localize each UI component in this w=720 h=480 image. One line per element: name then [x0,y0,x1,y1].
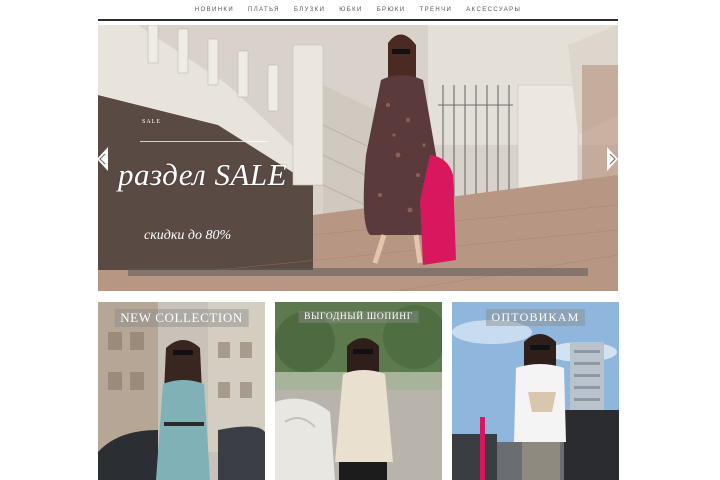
chevron-right-icon [607,147,618,171]
card-label-shopping: ВЫГОДНЫЙ ШОПИНГ [298,311,419,323]
top-navigation: НОВИНКИ ПЛАТЬЯ БЛУЗКИ ЮБКИ БРЮКИ ТРЕНЧИ … [98,0,618,20]
card-photo-wholesale [452,302,619,480]
card-label-wholesale: ОПТОВИКАМ [485,309,586,326]
nav-item-bryuki[interactable]: БРЮКИ [370,7,413,13]
hero-small-label: SALE [142,119,161,125]
hero-subtitle: скидки до 80% [144,228,232,243]
category-card-shopping[interactable]: ВЫГОДНЫЙ ШОПИНГ [275,302,442,480]
card-photo-new-collection [98,302,265,480]
nav-item-yubki[interactable]: ЮБКИ [332,7,369,13]
hero-title: раздел SALE [118,157,288,192]
nav-item-novinki[interactable]: НОВИНКИ [188,7,241,13]
nav-item-aksessuary[interactable]: АКСЕССУАРЫ [459,7,528,13]
nav-item-bluzki[interactable]: БЛУЗКИ [287,7,332,13]
hero-divider-line [140,141,268,142]
nav-divider [98,19,618,21]
slider-next-button[interactable] [605,146,619,172]
hero-banner[interactable]: SALE раздел SALE скидки до 80% [98,25,618,291]
card-label-new-collection: NEW COLLECTION [114,309,249,327]
slider-prev-button[interactable] [96,146,110,172]
chevron-left-icon [97,147,108,171]
nav-item-trenchi[interactable]: ТРЕНЧИ [413,7,460,13]
card-photo-shopping [275,302,442,480]
category-card-new-collection[interactable]: NEW COLLECTION [98,302,265,480]
category-card-wholesale[interactable]: ОПТОВИКАМ [452,302,619,480]
slider-progress-bar [128,268,588,276]
nav-item-platya[interactable]: ПЛАТЬЯ [241,7,287,13]
